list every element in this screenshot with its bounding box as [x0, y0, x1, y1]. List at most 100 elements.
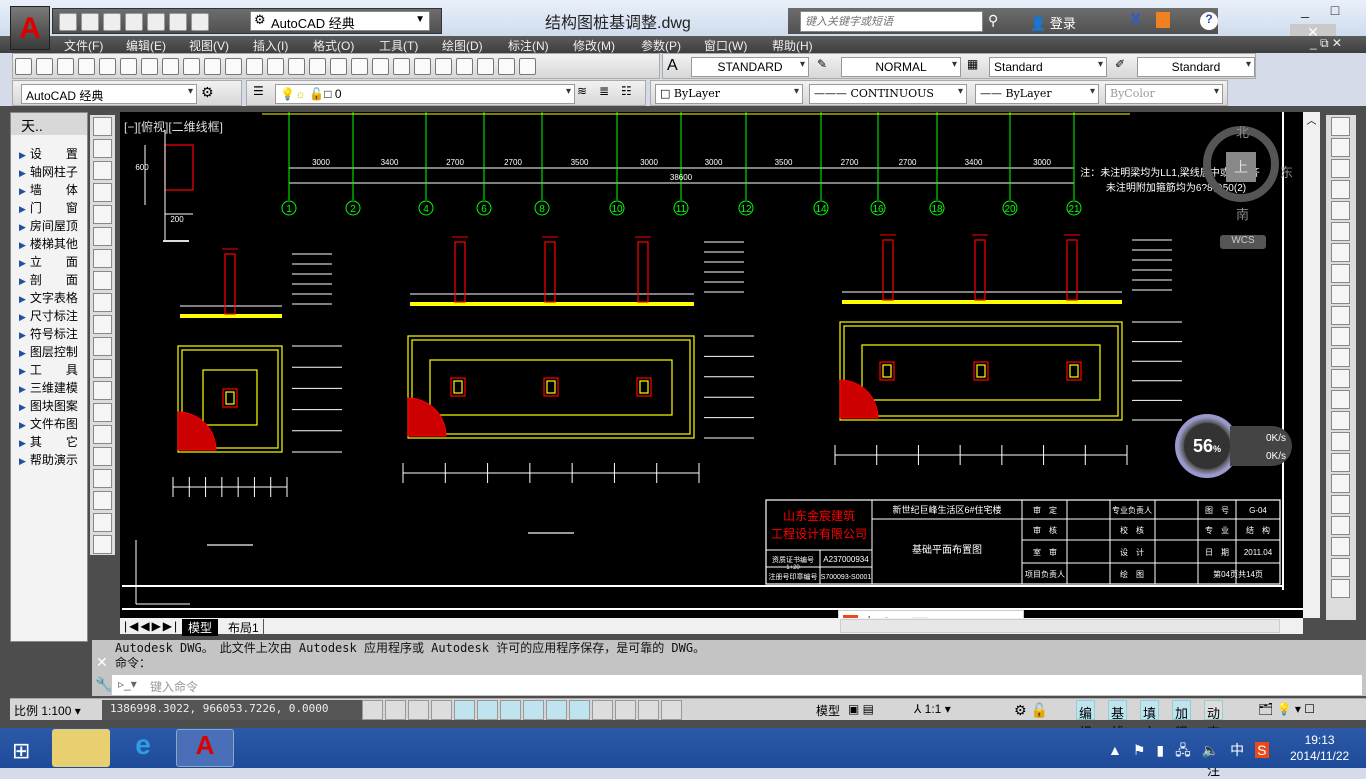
workspace-settings-icon[interactable]: ⚙: [201, 84, 214, 101]
tray-icons[interactable]: 🗂 💡 ▾ ☐: [1258, 702, 1315, 716]
doc-window-controls[interactable]: _ ⧉ ✕: [1310, 36, 1342, 51]
selection-cycling-toggle[interactable]: [661, 700, 682, 720]
ime-toolbar[interactable]: S 中 ☽ °, ⌨ ☗ ✎: [838, 610, 1024, 618]
block-editor-icon[interactable]: [246, 58, 263, 75]
preview-icon[interactable]: [99, 58, 116, 75]
dim-style-dropdown[interactable]: NORMAL ▾: [841, 57, 961, 77]
menu-item[interactable]: 编辑(E): [126, 37, 166, 54]
palette-item[interactable]: ▶ 图层控制: [11, 343, 87, 361]
viewcube-south[interactable]: 南: [1236, 204, 1249, 223]
palette-item[interactable]: ▶ 立 面: [11, 253, 87, 271]
tab-layout1[interactable]: 布局1: [224, 619, 264, 636]
command-input[interactable]: ▹_▾ 键入命令: [112, 675, 1362, 695]
insert-block-icon[interactable]: [93, 359, 112, 378]
workspace-switch-dropdown[interactable]: AutoCAD 经典 ▾: [21, 84, 197, 104]
search-input[interactable]: [800, 11, 983, 32]
save-icon[interactable]: [103, 13, 121, 31]
match-prop-icon[interactable]: [225, 58, 242, 75]
lineweight-dropdown[interactable]: —— ByLayer ▾: [975, 84, 1099, 104]
layer-manager-icon[interactable]: ☰: [253, 84, 264, 98]
scale-dropdown[interactable]: 比例 1:100 ▾: [14, 702, 81, 719]
print-icon[interactable]: [147, 13, 165, 31]
redo-icon[interactable]: [191, 13, 209, 31]
trim-icon[interactable]: [1331, 306, 1350, 325]
gradient-icon[interactable]: [93, 447, 112, 466]
table-icon[interactable]: [93, 491, 112, 510]
palette-item[interactable]: ▶ 帮助演示: [11, 451, 87, 469]
tool-palettes-icon[interactable]: [435, 58, 452, 75]
status-toggle[interactable]: 填充: [1140, 700, 1160, 740]
menu-item[interactable]: 工具(T): [379, 37, 418, 54]
menu-item[interactable]: 修改(M): [573, 37, 615, 54]
wcs-menu[interactable]: WCS: [1220, 235, 1266, 249]
download-icon[interactable]: [1156, 12, 1170, 28]
workspace-dropdown[interactable]: ⚙ AutoCAD 经典 ▼: [250, 11, 430, 31]
palette-item[interactable]: ▶ 其 它: [11, 433, 87, 451]
palette-item[interactable]: ▶ 符号标注: [11, 325, 87, 343]
osnap-toggle[interactable]: [477, 700, 498, 720]
palette-item[interactable]: ▶ 三维建模: [11, 379, 87, 397]
otrack-toggle[interactable]: [523, 700, 544, 720]
point-icon[interactable]: [93, 403, 112, 422]
menu-item[interactable]: 参数(P): [641, 37, 681, 54]
make-current-layer-icon[interactable]: ≋: [577, 84, 587, 98]
palette-item[interactable]: ▶ 文字表格: [11, 289, 87, 307]
transparency-toggle[interactable]: [615, 700, 636, 720]
align-icon[interactable]: [1331, 558, 1350, 577]
close-command-icon[interactable]: ✕: [96, 654, 108, 671]
wrench-icon[interactable]: 🔧: [95, 676, 112, 693]
color-dropdown[interactable]: □ ByLayer ▾: [655, 84, 803, 104]
erase-icon[interactable]: [1331, 117, 1350, 136]
model-button[interactable]: 模型: [816, 702, 840, 719]
viewcube-east[interactable]: 东: [1280, 162, 1293, 181]
dyn-toggle[interactable]: [569, 700, 590, 720]
menu-item[interactable]: 标注(N): [508, 37, 549, 54]
save-icon[interactable]: [57, 58, 74, 75]
line-icon[interactable]: [93, 117, 112, 136]
palette-item[interactable]: ▶ 楼梯其他: [11, 235, 87, 253]
circle-icon[interactable]: [93, 249, 112, 268]
windows-start-icon[interactable]: ⊞: [12, 738, 30, 764]
palette-item[interactable]: ▶ 工 具: [11, 361, 87, 379]
paste-icon[interactable]: [1331, 579, 1350, 598]
maximize-button[interactable]: □: [1320, 2, 1350, 24]
tab-model[interactable]: 模型: [182, 619, 219, 636]
snap-toggle[interactable]: [362, 700, 383, 720]
minimize-button[interactable]: _: [1290, 2, 1320, 24]
palette-item[interactable]: ▶ 剖 面: [11, 271, 87, 289]
palette-item[interactable]: ▶ 墙 体: [11, 181, 87, 199]
viewport-controls[interactable]: [−][俯视][二维线框]: [124, 118, 223, 135]
ungroup-icon[interactable]: [1331, 537, 1350, 556]
grid-display-toggle[interactable]: [385, 700, 406, 720]
menu-item[interactable]: 文件(F): [64, 37, 103, 54]
mtext-icon[interactable]: [93, 513, 112, 532]
status-toggle[interactable]: 基线: [1108, 700, 1128, 740]
polygon-icon[interactable]: [93, 183, 112, 202]
horizontal-scrollbar[interactable]: [840, 619, 1280, 633]
sheet-set-icon[interactable]: [456, 58, 473, 75]
explode-icon[interactable]: [1331, 474, 1350, 493]
table-style-dropdown[interactable]: Standard ▾: [989, 57, 1107, 77]
pan-icon[interactable]: [309, 58, 326, 75]
copy-icon[interactable]: [1331, 138, 1350, 157]
undo-icon[interactable]: [169, 13, 187, 31]
vertical-scrollbar[interactable]: ︿: [1303, 112, 1320, 618]
design-center-icon[interactable]: [414, 58, 431, 75]
zoom-previous-icon[interactable]: [372, 58, 389, 75]
viewcube-top[interactable]: 上: [1226, 152, 1256, 182]
text-style-dropdown[interactable]: STANDARD ▾: [691, 57, 809, 77]
palette-item[interactable]: ▶ 文件布图: [11, 415, 87, 433]
revcloud-icon[interactable]: [93, 271, 112, 290]
layer-dropdown[interactable]: 💡☼ 🔓□ 0 ▾: [275, 84, 575, 104]
autocad-taskbar-icon[interactable]: A: [176, 729, 234, 767]
palette-item[interactable]: ▶ 图块图案: [11, 397, 87, 415]
construction-line-icon[interactable]: [93, 139, 112, 158]
rectangle-icon[interactable]: [93, 205, 112, 224]
help-icon[interactable]: ?: [1200, 12, 1218, 30]
scale-icon[interactable]: [1331, 264, 1350, 283]
new-icon[interactable]: [59, 13, 77, 31]
break-at-point-icon[interactable]: [1331, 348, 1350, 367]
quick-props-toggle[interactable]: [638, 700, 659, 720]
menu-item[interactable]: 绘图(D): [442, 37, 483, 54]
mleader-style-dropdown[interactable]: Standard ▾: [1137, 57, 1255, 77]
